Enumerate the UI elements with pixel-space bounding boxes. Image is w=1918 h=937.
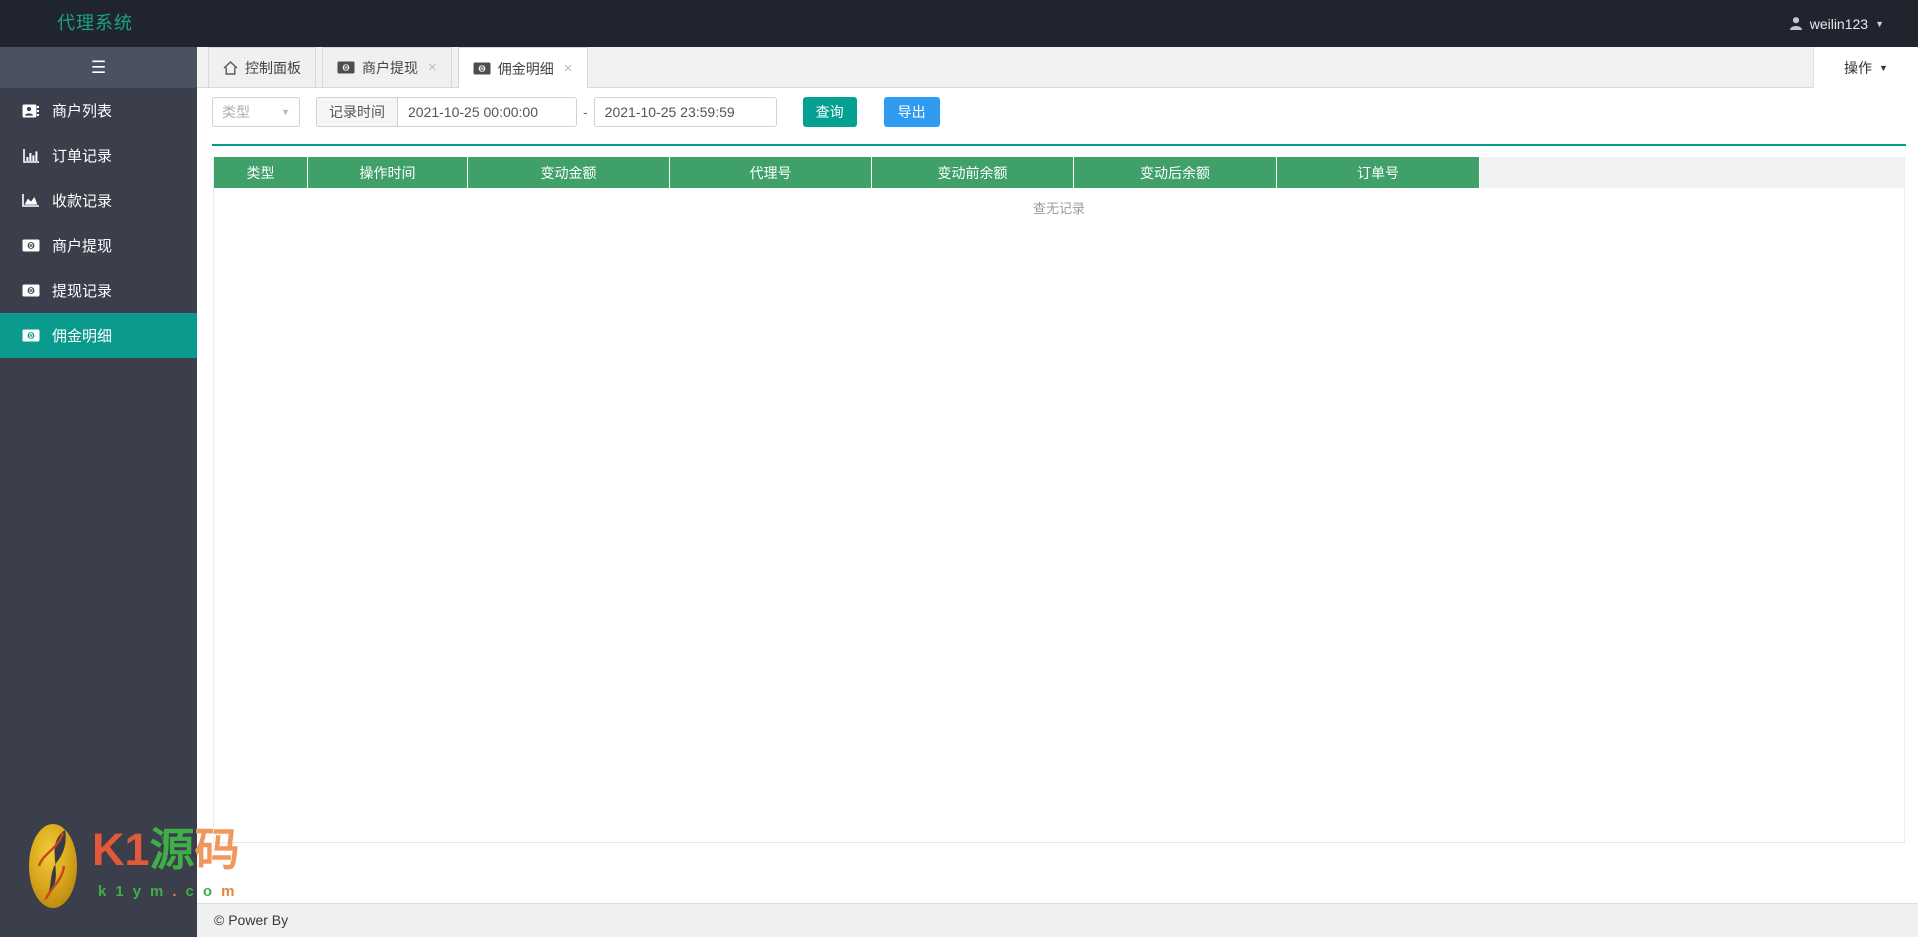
column-header-order-no: 订单号 [1277, 157, 1480, 188]
sidebar-item-label: 佣金明细 [52, 325, 112, 346]
hamburger-icon: ☰ [91, 58, 106, 78]
home-icon [223, 61, 238, 75]
filter-toolbar: 类型 ▼ 记录时间 - 查询 导出 [212, 97, 940, 127]
type-select-value: 类型 [222, 102, 250, 122]
sidebar-item-label: 商户提现 [52, 235, 112, 256]
money-icon [473, 62, 491, 75]
record-time-group: 记录时间 [316, 97, 577, 127]
sidebar-nav: 商户列表 订单记录 收款记录 [0, 88, 197, 937]
column-header-change-amount: 变动金额 [468, 157, 670, 188]
tab-label: 商户提现 [362, 58, 418, 78]
table-header-row: 类型 操作时间 变动金额 代理号 变动前余额 变动后余额 订单号 [214, 157, 1904, 188]
app-title: 代理系统 [57, 0, 133, 47]
chevron-down-icon: ▼ [1879, 63, 1888, 73]
money-icon [21, 284, 40, 297]
column-header-agent-no: 代理号 [670, 157, 872, 188]
top-navbar: 代理系统 weilin123 ▼ [0, 0, 1918, 47]
column-header-balance-after: 变动后余额 [1074, 157, 1277, 188]
type-select[interactable]: 类型 ▼ [212, 97, 300, 127]
money-icon [21, 329, 40, 342]
export-button[interactable]: 导出 [884, 97, 940, 127]
contact-card-icon [21, 104, 40, 118]
chevron-down-icon: ▼ [1875, 19, 1884, 29]
user-menu[interactable]: weilin123 ▼ [1789, 0, 1884, 47]
record-time-label: 记录时间 [316, 97, 397, 127]
column-header-type: 类型 [214, 157, 308, 188]
actions-label: 操作 [1844, 58, 1872, 78]
sidebar-item-merchant-list[interactable]: 商户列表 [0, 88, 197, 133]
sidebar-toggle-button[interactable]: ☰ [0, 47, 197, 88]
sidebar-item-label: 订单记录 [52, 145, 112, 166]
sidebar-item-label: 收款记录 [52, 190, 112, 211]
tab-bar: 控制面板 商户提现 × 佣金明细 × [197, 47, 1918, 88]
user-icon [1789, 16, 1803, 31]
sidebar-item-commission-detail[interactable]: 佣金明细 [0, 313, 197, 358]
tab-commission-detail[interactable]: 佣金明细 × [458, 47, 588, 89]
copyright-text: © Power By [214, 912, 288, 928]
column-header-balance-before: 变动前余额 [872, 157, 1074, 188]
chevron-down-icon: ▼ [281, 107, 290, 117]
range-separator: - [583, 104, 588, 120]
query-button[interactable]: 查询 [803, 97, 857, 127]
page-footer: © Power By [197, 903, 1918, 937]
tab-label: 控制面板 [245, 58, 301, 78]
tab-dashboard[interactable]: 控制面板 [208, 47, 316, 87]
sidebar-item-label: 商户列表 [52, 100, 112, 121]
time-from-input[interactable] [397, 97, 577, 127]
area-chart-icon [21, 194, 40, 207]
column-header-operate-time: 操作时间 [308, 157, 468, 188]
results-table: 类型 操作时间 变动金额 代理号 变动前余额 变动后余额 订单号 查无记录 [213, 157, 1905, 843]
money-icon [21, 239, 40, 252]
sidebar-item-label: 提现记录 [52, 280, 112, 301]
close-icon[interactable]: × [428, 60, 437, 75]
main-content: 类型 ▼ 记录时间 - 查询 导出 类型 操作时间 变动金额 代理号 变动前余额… [197, 88, 1918, 937]
app-window: 代理系统 weilin123 ▼ ☰ 控制面板 [0, 0, 1918, 937]
teal-divider [212, 144, 1906, 146]
sidebar-item-payment-records[interactable]: 收款记录 [0, 178, 197, 223]
tab-label: 佣金明细 [498, 59, 554, 79]
close-icon[interactable]: × [564, 61, 573, 76]
time-to-input[interactable] [594, 97, 777, 127]
tab-merchant-withdraw[interactable]: 商户提现 × [322, 47, 452, 87]
empty-state-text: 查无记录 [214, 188, 1904, 217]
sidebar-item-withdraw-records[interactable]: 提现记录 [0, 268, 197, 313]
sidebar-item-order-records[interactable]: 订单记录 [0, 133, 197, 178]
column-header-filler [1480, 157, 1904, 188]
username: weilin123 [1810, 16, 1868, 32]
money-icon [337, 61, 355, 74]
bar-chart-icon [21, 149, 40, 163]
sidebar-item-merchant-withdraw[interactable]: 商户提现 [0, 223, 197, 268]
actions-dropdown[interactable]: 操作 ▼ [1813, 47, 1918, 88]
